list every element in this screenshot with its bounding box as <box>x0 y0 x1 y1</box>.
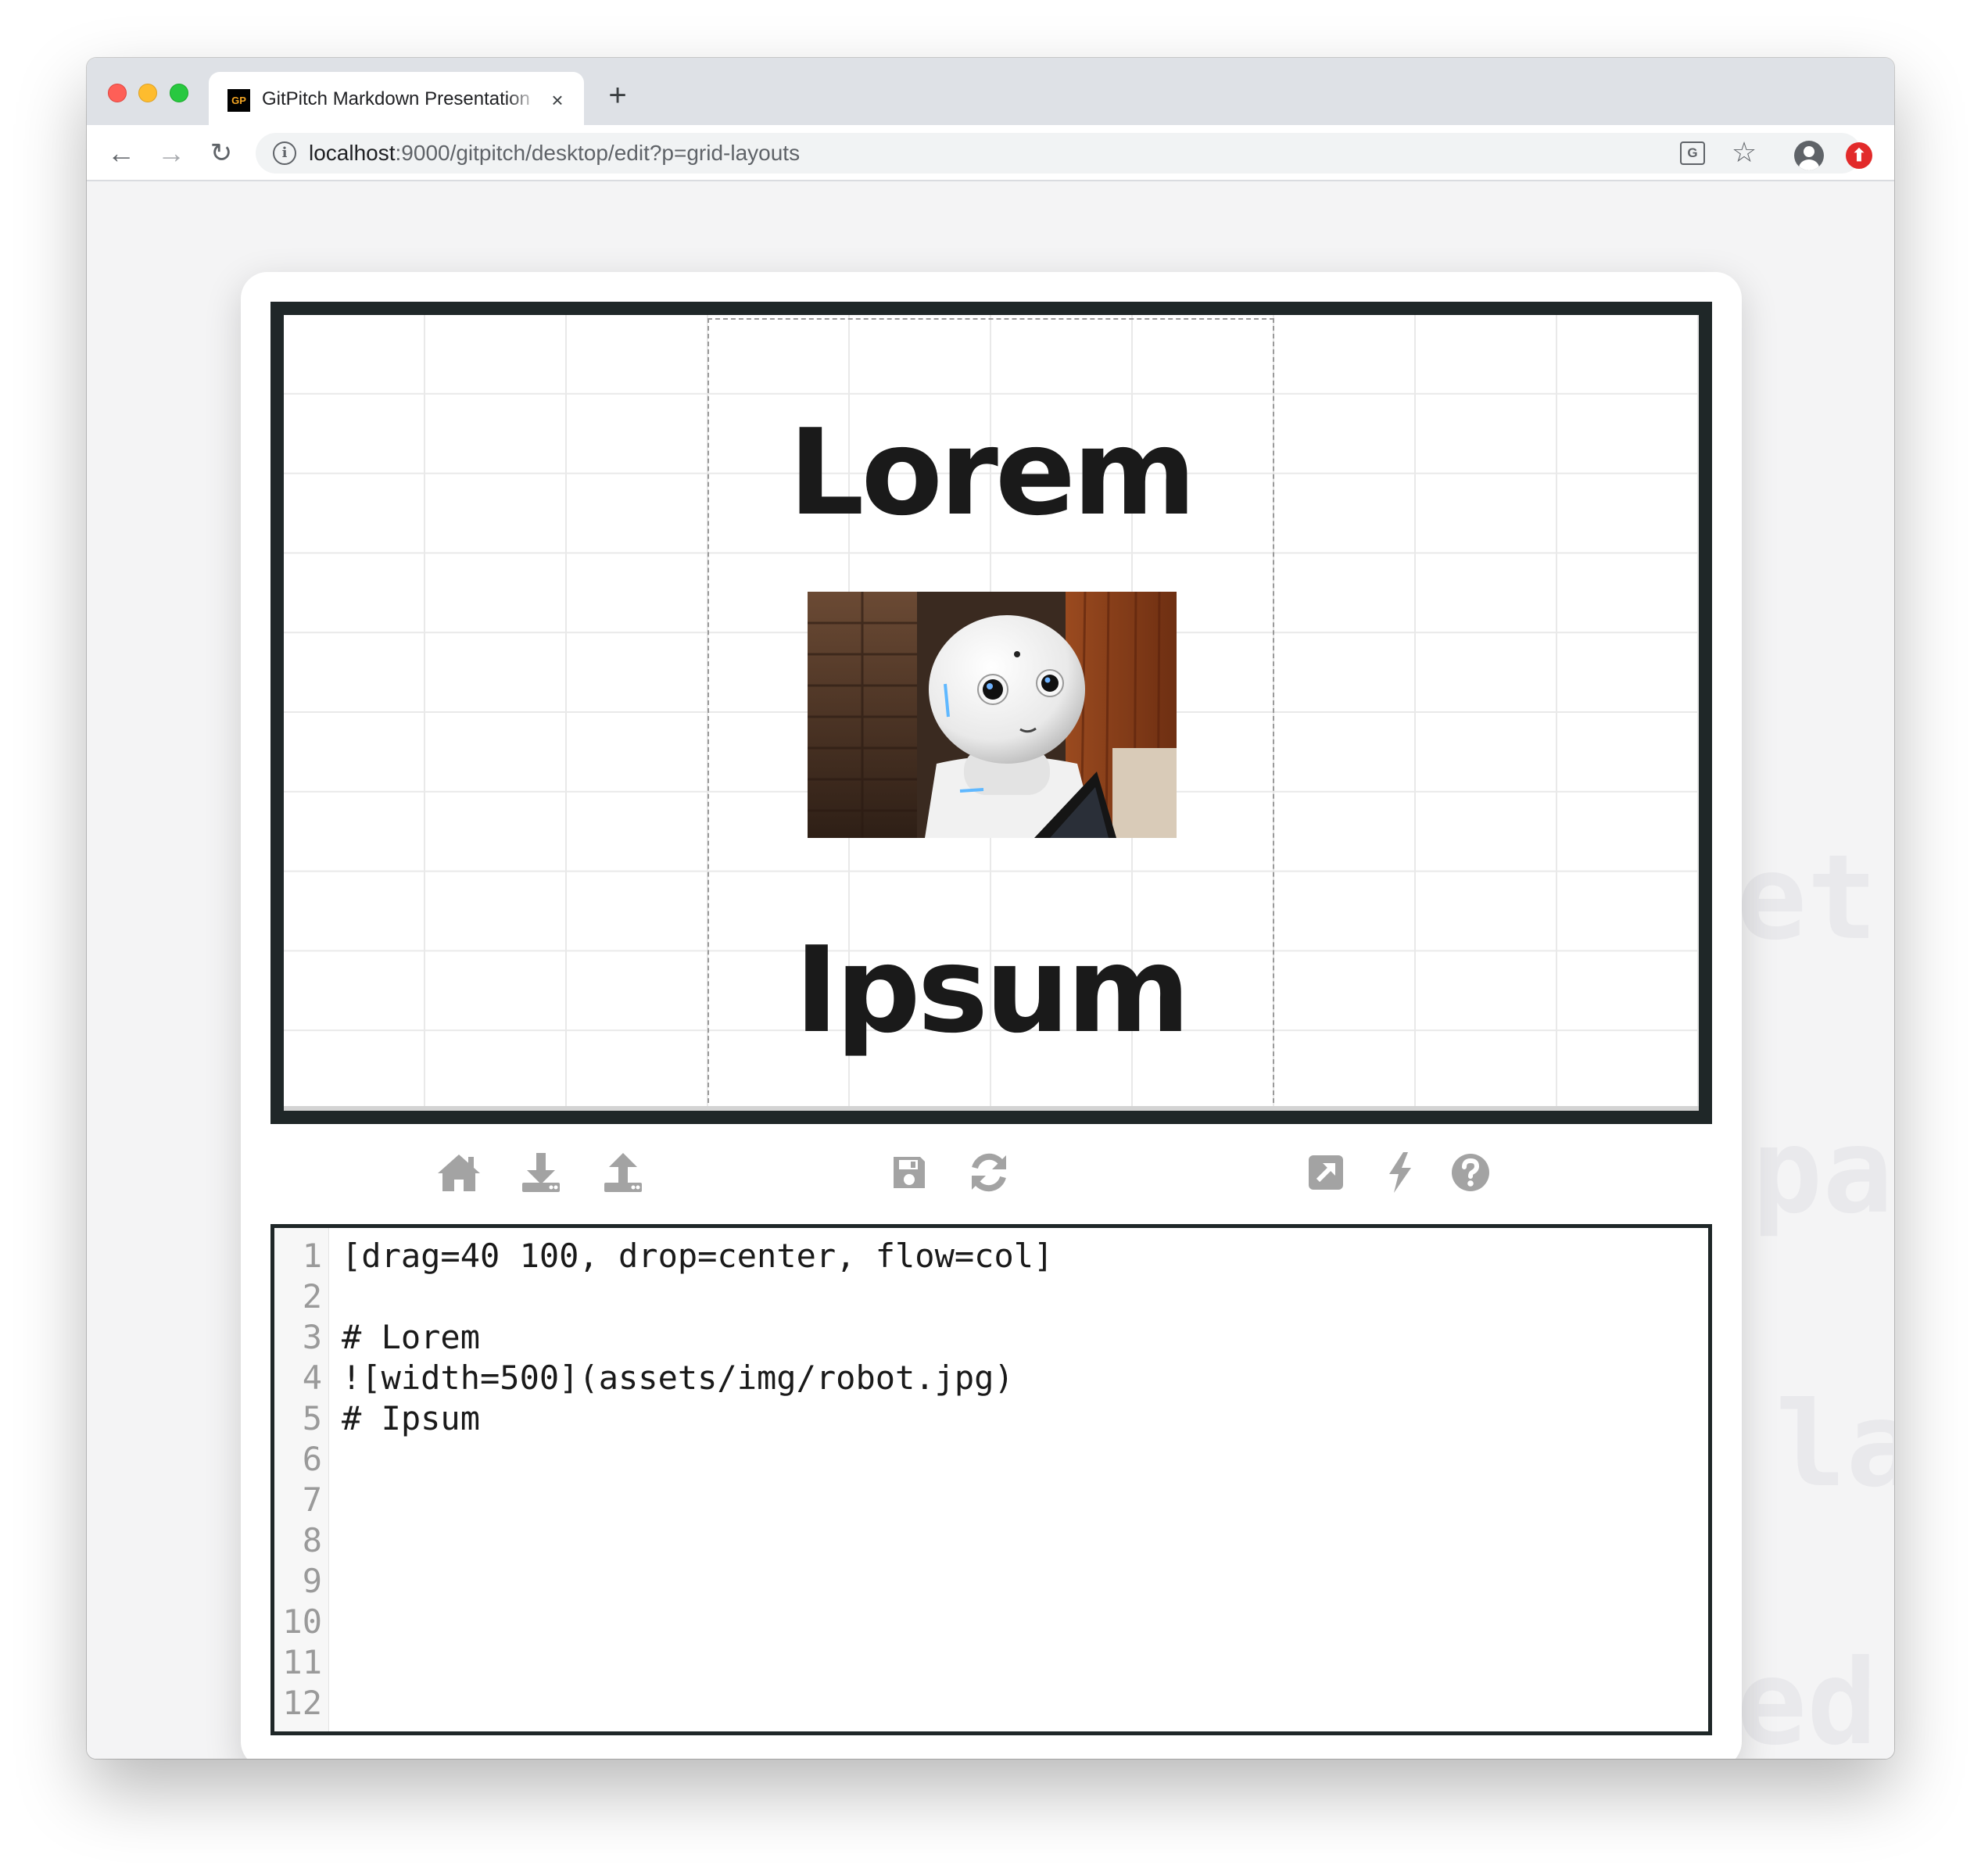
line-number: 5 <box>302 1399 322 1437</box>
slide-progress-line <box>284 1106 1699 1111</box>
line-number: 6 <box>302 1440 322 1478</box>
back-button[interactable]: ← <box>104 136 138 170</box>
line-number: 12 <box>282 1684 322 1722</box>
slide-heading-ipsum: Ipsum <box>794 921 1190 1059</box>
code-line[interactable]: # Lorem <box>342 1317 480 1358</box>
line-number: 7 <box>302 1480 322 1519</box>
code-line[interactable]: [drag=40 100, drop=center, flow=col] <box>342 1236 1053 1276</box>
background-decoration: la <box>1775 1377 1894 1513</box>
gitpitch-favicon-icon: GP <box>227 89 250 112</box>
line-number: 3 <box>302 1318 322 1356</box>
line-number: 8 <box>302 1521 322 1559</box>
editor-card: Lorem Ipsum 1 2 3 4 5 6 7 8 9 10 11 12 [… <box>241 272 1742 1759</box>
line-number-gutter: 1 2 3 4 5 6 7 8 9 10 11 12 <box>274 1228 329 1731</box>
tab-title: GitPitch Markdown Presentation <box>262 88 530 109</box>
editor-toolbar <box>270 1141 1712 1207</box>
markdown-editor[interactable]: 1 2 3 4 5 6 7 8 9 10 11 12 [drag=40 100,… <box>270 1224 1712 1735</box>
bookmark-star-icon[interactable]: ☆ <box>1728 137 1760 168</box>
extension-update-icon[interactable]: ⬆ <box>1846 142 1872 169</box>
slide-preview: Lorem Ipsum <box>270 302 1712 1124</box>
robot-image <box>808 592 1177 838</box>
url-host: localhost <box>309 141 396 165</box>
tab-close-icon[interactable]: × <box>545 88 570 113</box>
new-tab-button[interactable]: + <box>603 80 632 111</box>
line-number: 2 <box>302 1277 322 1316</box>
line-number: 10 <box>282 1602 322 1641</box>
reload-button[interactable]: ↻ <box>204 136 238 170</box>
page-content: et pa la ed Lorem Ipsum 1 2 3 4 5 6 7 8 … <box>87 181 1894 1759</box>
background-decoration: pa <box>1752 1104 1893 1240</box>
help-icon[interactable] <box>1446 1141 1495 1204</box>
line-number: 11 <box>282 1643 322 1681</box>
url-text[interactable]: localhost:9000/gitpitch/desktop/edit?p=g… <box>309 139 800 167</box>
code-line[interactable]: # Ipsum <box>342 1398 480 1439</box>
translate-icon[interactable]: G <box>1680 141 1705 165</box>
download-icon[interactable] <box>517 1141 565 1204</box>
external-link-icon[interactable] <box>1302 1141 1350 1204</box>
drag-drop-area[interactable]: Lorem Ipsum <box>708 318 1274 1111</box>
forward-button[interactable]: → <box>154 136 188 170</box>
minimize-window-button[interactable] <box>138 84 157 102</box>
lightning-icon[interactable] <box>1376 1141 1424 1204</box>
home-icon[interactable] <box>435 1141 483 1204</box>
background-decoration: ed <box>1736 1635 1878 1759</box>
slide-heading-lorem: Lorem <box>788 403 1197 542</box>
tab-strip: GP GitPitch Markdown Presentation × + <box>87 58 1894 125</box>
browser-window: GP GitPitch Markdown Presentation × + ← … <box>87 58 1894 1759</box>
code-line[interactable]: ![width=500](assets/img/robot.jpg) <box>342 1358 1014 1398</box>
line-number: 4 <box>302 1359 322 1397</box>
tab-gitpitch[interactable]: GP GitPitch Markdown Presentation × <box>209 72 584 125</box>
url-path: :9000/gitpitch/desktop/edit?p=grid-layou… <box>395 141 801 165</box>
background-decoration: et <box>1736 830 1878 966</box>
browser-toolbar: ← → ↻ i localhost:9000/gitpitch/desktop/… <box>87 125 1894 181</box>
refresh-icon[interactable] <box>965 1141 1013 1204</box>
save-icon[interactable] <box>885 1141 933 1204</box>
profile-avatar-icon[interactable] <box>1794 141 1824 170</box>
upload-icon[interactable] <box>599 1141 647 1204</box>
site-info-icon[interactable]: i <box>273 141 296 165</box>
line-number: 9 <box>302 1562 322 1600</box>
address-bar[interactable]: i localhost:9000/gitpitch/desktop/edit?p… <box>256 133 1861 174</box>
close-window-button[interactable] <box>108 84 127 102</box>
line-number: 1 <box>302 1237 322 1275</box>
zoom-window-button[interactable] <box>170 84 188 102</box>
